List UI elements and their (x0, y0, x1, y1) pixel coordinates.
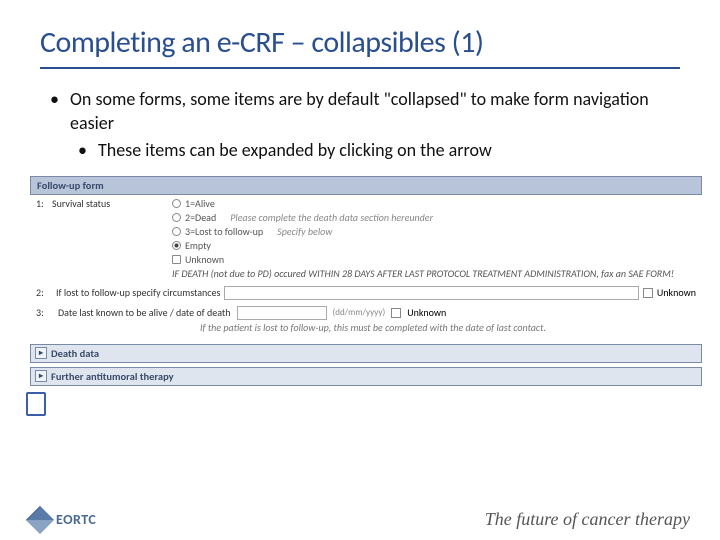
question-3: 3: Date last known to be alive / date of… (30, 304, 702, 321)
q3-note: If the patient is lost to follow-up, thi… (30, 321, 702, 340)
radio-icon[interactable] (172, 199, 181, 208)
tagline: The future of cancer therapy (485, 509, 690, 530)
bullet-2: These items can be expanded by clicking … (78, 138, 680, 162)
q1-number: 1: (36, 197, 52, 280)
question-2: 2: If lost to follow-up specify circumst… (30, 280, 702, 304)
expand-arrow-icon[interactable]: ▸ (35, 347, 47, 359)
opt-lost-hint: Specify below (277, 225, 332, 238)
checkbox-icon[interactable] (643, 288, 653, 298)
q3-number: 3: (36, 306, 52, 319)
q1-warning: IF DEATH (not due to PD) occured WITHIN … (172, 267, 696, 280)
form-header: Follow-up form (30, 176, 702, 195)
opt-alive: 1=Alive (185, 197, 215, 210)
expand-arrow-icon[interactable]: ▸ (35, 370, 47, 382)
bullet-1: On some forms, some items are by default… (50, 87, 680, 136)
q1-options: 1=Alive 2=Dead Please complete the death … (172, 197, 696, 280)
collapsible-death-data[interactable]: ▸ Death data (30, 344, 702, 363)
checkbox-icon[interactable] (391, 308, 401, 318)
bullet-list: On some forms, some items are by default… (50, 87, 680, 162)
opt-empty: Empty (185, 239, 211, 252)
q2-label: If lost to follow-up specify circumstanc… (56, 286, 220, 299)
q3-input[interactable] (237, 306, 327, 320)
opt-unknown: Unknown (185, 253, 224, 266)
footer: EORTC The future of cancer therapy (0, 509, 720, 530)
q2-number: 2: (36, 286, 52, 299)
form-screenshot: Follow-up form 1: Survival status 1=Aliv… (30, 176, 702, 386)
opt-dead: 2=Dead (185, 211, 216, 224)
collapsible-label: Further antitumoral therapy (51, 370, 174, 383)
eortc-logo: EORTC (30, 510, 96, 530)
question-1: 1: Survival status 1=Alive 2=Dead Please … (30, 195, 702, 280)
highlight-callout (26, 392, 46, 416)
slide-title: Completing an e-CRF – collapsibles (1) (40, 24, 680, 69)
collapsible-label: Death data (51, 347, 99, 360)
checkbox-icon[interactable] (172, 255, 181, 264)
q1-label: Survival status (52, 197, 172, 280)
q3-unknown-label: Unknown (407, 306, 446, 319)
q2-input[interactable] (224, 286, 639, 300)
q2-unknown-label: Unknown (657, 286, 696, 299)
q3-hint: (dd/mm/yyyy) (333, 307, 386, 318)
opt-dead-hint: Please complete the death data section h… (230, 211, 433, 224)
q3-label: Date last known to be alive / date of de… (58, 306, 231, 319)
opt-lost: 3=Lost to follow-up (185, 225, 263, 238)
collapsible-further-therapy[interactable]: ▸ Further antitumoral therapy (30, 367, 702, 386)
radio-icon[interactable] (172, 213, 181, 222)
radio-icon-selected[interactable] (172, 241, 181, 250)
logo-cube-icon (26, 505, 54, 533)
logo-text: EORTC (56, 511, 96, 528)
radio-icon[interactable] (172, 227, 181, 236)
